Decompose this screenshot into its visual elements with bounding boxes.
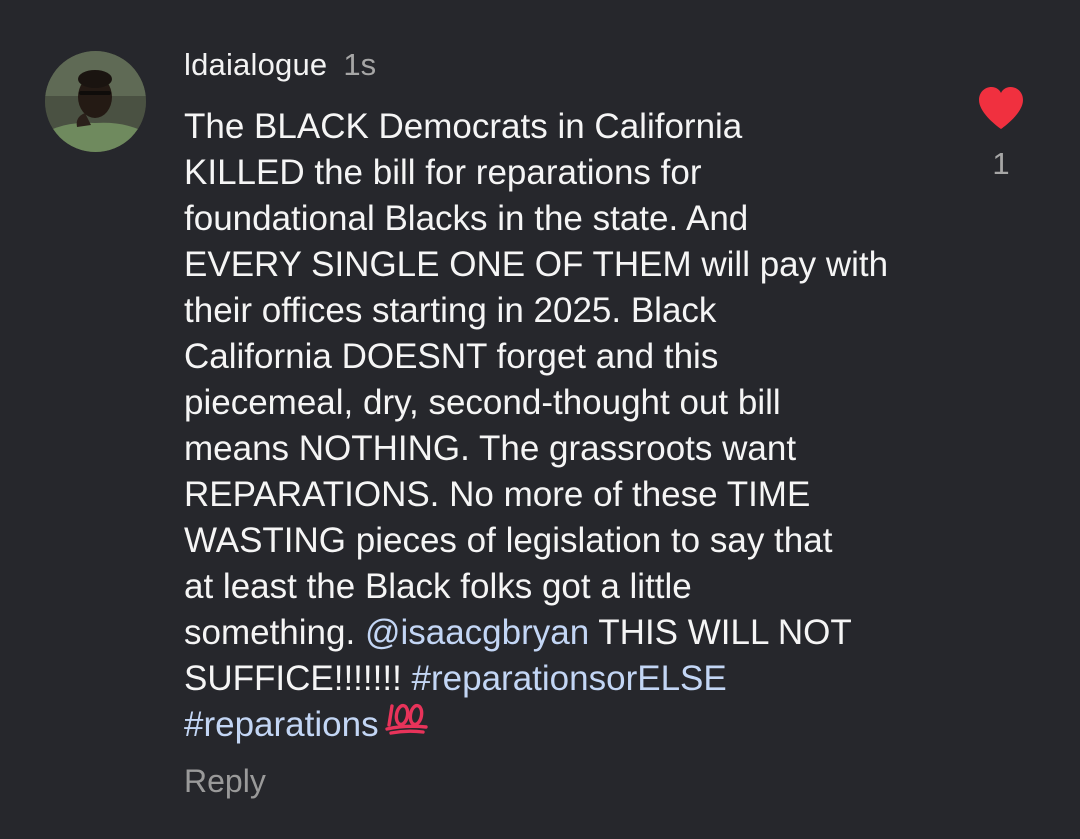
comment-text-segment: SUFFICE!!!!!!! [184,659,412,698]
comment-header: ldaialogue 1s [184,42,376,88]
comment-text-segment: THIS WILL NOT [589,613,852,652]
reply-button[interactable]: Reply [184,763,266,800]
comment-line: at least the Black folks got a little [184,567,692,606]
hundred-points-icon [384,701,429,747]
comment-line: #reparations [184,702,944,748]
avatar[interactable] [45,51,146,152]
comment-text: The BLACK Democrats in California KILLED… [184,104,944,748]
comment-line: something. @isaacgbryan THIS WILL NOT [184,610,944,656]
comment-line: means NOTHING. The grassroots want [184,429,797,468]
comment-line: SUFFICE!!!!!!! #reparationsorELSE [184,656,944,702]
hashtag-link[interactable]: #reparationsorELSE [412,659,727,698]
comment-line: The BLACK Democrats in California [184,107,743,146]
mention-link[interactable]: @isaacgbryan [365,613,589,652]
timestamp: 1s [343,47,377,82]
profile-photo [45,51,146,152]
comment-text-segment: something. [184,613,365,652]
comment-line: foundational Blacks in the state. And [184,199,749,238]
username[interactable]: ldaialogue [184,47,327,83]
hashtag-link[interactable]: #reparations [184,705,379,744]
comment-line: EVERY SINGLE ONE OF THEM will pay with [184,245,889,284]
heart-icon [979,87,1023,129]
comment-line: KILLED the bill for reparations for [184,153,702,192]
comment-line: their offices starting in 2025. Black [184,291,717,330]
comment-line: California DOESNT forget and this [184,337,719,376]
comment-line: piecemeal, dry, second-thought out bill [184,383,781,422]
comment-line: REPARATIONS. No more of these TIME [184,475,811,514]
like-count: 1 [992,146,1010,181]
like-button[interactable] [977,86,1025,130]
comment-line: WASTING pieces of legislation to say tha… [184,521,833,560]
